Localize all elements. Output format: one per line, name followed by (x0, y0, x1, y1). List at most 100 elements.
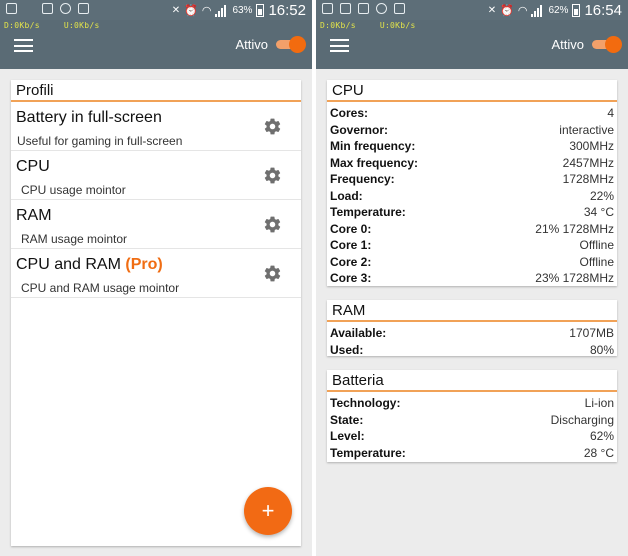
alarm-icon (60, 3, 71, 14)
info-row: Cores: 4 (327, 105, 617, 122)
download-speed: D:0Kb/s (320, 21, 356, 30)
info-key: State: (330, 412, 364, 427)
profile-item-cpu-ram[interactable]: CPU and RAM (Pro) CPU and RAM usage moin… (11, 249, 301, 298)
active-toggle[interactable] (592, 36, 622, 53)
profile-description: CPU and RAM usage mointor (21, 281, 180, 295)
battery-card: Batteria Technology: Li-ion State: Dischar… (327, 370, 617, 462)
info-value: 4 (607, 106, 614, 120)
info-key: Min frequency: (330, 139, 416, 153)
info-row: Core 1: Offline (327, 237, 617, 254)
info-value: 22% (589, 188, 614, 203)
active-toggle[interactable] (276, 36, 306, 53)
info-value: Offline (579, 254, 614, 269)
active-toggle-label: Attivo (235, 37, 268, 52)
profile-item-battery-fullscreen[interactable]: Battery in full-screen Useful for gaming… (11, 102, 301, 151)
info-key: Cores: (330, 106, 369, 120)
status-right: ✕ ⏰ ◠ 62% 16:54 (488, 2, 622, 19)
info-value: 21% 1728MHz (535, 221, 614, 236)
battery-rows: Technology: Li-ion State: Discharging Leve… (327, 392, 617, 461)
notification-icons (322, 3, 405, 14)
info-key: Core 1: (330, 238, 372, 252)
info-key: Load: (330, 188, 363, 203)
mail-icon (358, 3, 369, 14)
traffic-monitor: D:0Kb/s U:0Kb/s (320, 21, 416, 30)
gear-icon[interactable] (263, 264, 282, 283)
traffic-monitor: D:0Kb/s U:0Kb/s (4, 21, 100, 30)
gear-icon[interactable] (263, 166, 282, 185)
ram-title: RAM (327, 300, 617, 322)
app-bar: D:0Kb/s U:0Kb/s Attivo (0, 20, 312, 69)
info-row: Core 2: Offline (327, 254, 617, 271)
info-row: Frequency: 1728MHz (327, 171, 617, 188)
info-value: 34 °C (583, 205, 614, 219)
info-value: 28 °C (583, 445, 614, 460)
info-row: Core 0: 21% 1728MHz (327, 221, 617, 238)
wifi-icon: ◠ (517, 5, 528, 17)
app-bar: D:0Kb/s U:0Kb/s Attivo (316, 20, 628, 69)
clock: 16:52 (268, 2, 306, 19)
info-row: Load: 22% (327, 188, 617, 205)
active-toggle-label: Attivo (551, 37, 584, 52)
status-bar: ✕ ⏰ ◠ 63% 16:52 (0, 0, 312, 20)
right-screen: ✕ ⏰ ◠ 62% 16:54 D:0Kb/s U:0Kb/s Attivo C… (316, 0, 628, 556)
image-icon (340, 3, 351, 14)
battery-title: Batteria (327, 370, 617, 392)
info-value: Discharging (550, 412, 614, 427)
info-row: Max frequency: 2457MHz (327, 155, 617, 172)
info-value: interactive (559, 122, 614, 137)
info-value: Offline (579, 238, 614, 252)
info-key: Frequency: (330, 172, 395, 186)
add-profile-button[interactable]: + (244, 487, 292, 535)
profile-item-cpu[interactable]: CPU CPU usage mointor (11, 151, 301, 200)
gear-icon[interactable] (263, 215, 282, 234)
gallery-icon (6, 3, 17, 14)
info-row: Technology: Li-ion (327, 395, 617, 412)
profiles-card: Profili Battery in full-screen Useful fo… (11, 80, 301, 546)
profile-name: CPU and RAM (Pro) (16, 256, 163, 274)
cpu-card: CPU Cores: 4 Governor: interactive Min fre… (327, 80, 617, 286)
hamburger-menu-icon[interactable] (330, 39, 349, 52)
info-row: Governor: interactive (327, 122, 617, 139)
alarm-clock-icon: ⏰ (500, 5, 514, 17)
info-row: Core 3: 23% 1728MHz (327, 270, 617, 287)
info-key: Core 0: (330, 221, 372, 236)
profile-item-ram[interactable]: RAM RAM usage mointor (11, 200, 301, 249)
clock: 16:54 (584, 2, 622, 19)
info-value: 1728MHz (562, 172, 614, 186)
info-key: Available: (330, 326, 387, 340)
download-speed: D:0Kb/s (4, 21, 40, 30)
info-row: Temperature: 28 °C (327, 445, 617, 462)
battery-icon (256, 4, 265, 17)
status-right: ✕ ⏰ ◠ 63% 16:52 (172, 2, 306, 19)
wifi-icon: ◠ (201, 5, 212, 17)
info-row: Used: 80% (327, 342, 617, 359)
alarm-icon (376, 3, 387, 14)
info-value: 300MHz (569, 139, 614, 153)
info-key: Used: (330, 342, 364, 357)
info-key: Temperature: (330, 445, 406, 460)
excel-icon (394, 3, 405, 14)
upload-speed: U:0Kb/s (379, 21, 416, 30)
info-key: Technology: (330, 396, 401, 410)
mute-icon: ✕ (487, 5, 497, 16)
hamburger-menu-icon[interactable] (14, 39, 33, 52)
battery-percent: 62% (548, 5, 569, 16)
info-value: 1707MB (569, 326, 614, 340)
excel-icon (78, 3, 89, 14)
notification-icons (6, 3, 89, 14)
info-key: Governor: (330, 122, 389, 137)
info-key: Temperature: (330, 205, 406, 219)
info-value: 80% (589, 342, 614, 357)
ram-card: RAM Available: 1707MB Used: 80% (327, 300, 617, 359)
info-key: Core 3: (330, 271, 372, 285)
info-key: Core 2: (330, 254, 372, 269)
gear-icon[interactable] (263, 117, 282, 136)
info-row: Temperature: 34 °C (327, 204, 617, 221)
status-bar: ✕ ⏰ ◠ 62% 16:54 (316, 0, 628, 20)
profile-description: RAM usage mointor (21, 232, 128, 246)
mute-icon: ✕ (171, 5, 181, 16)
profile-name: CPU (16, 158, 50, 175)
cell-signal-icon (531, 4, 544, 17)
battery-icon (572, 4, 581, 17)
left-screen: ✕ ⏰ ◠ 63% 16:52 D:0Kb/s U:0Kb/s Attivo P… (0, 0, 312, 556)
